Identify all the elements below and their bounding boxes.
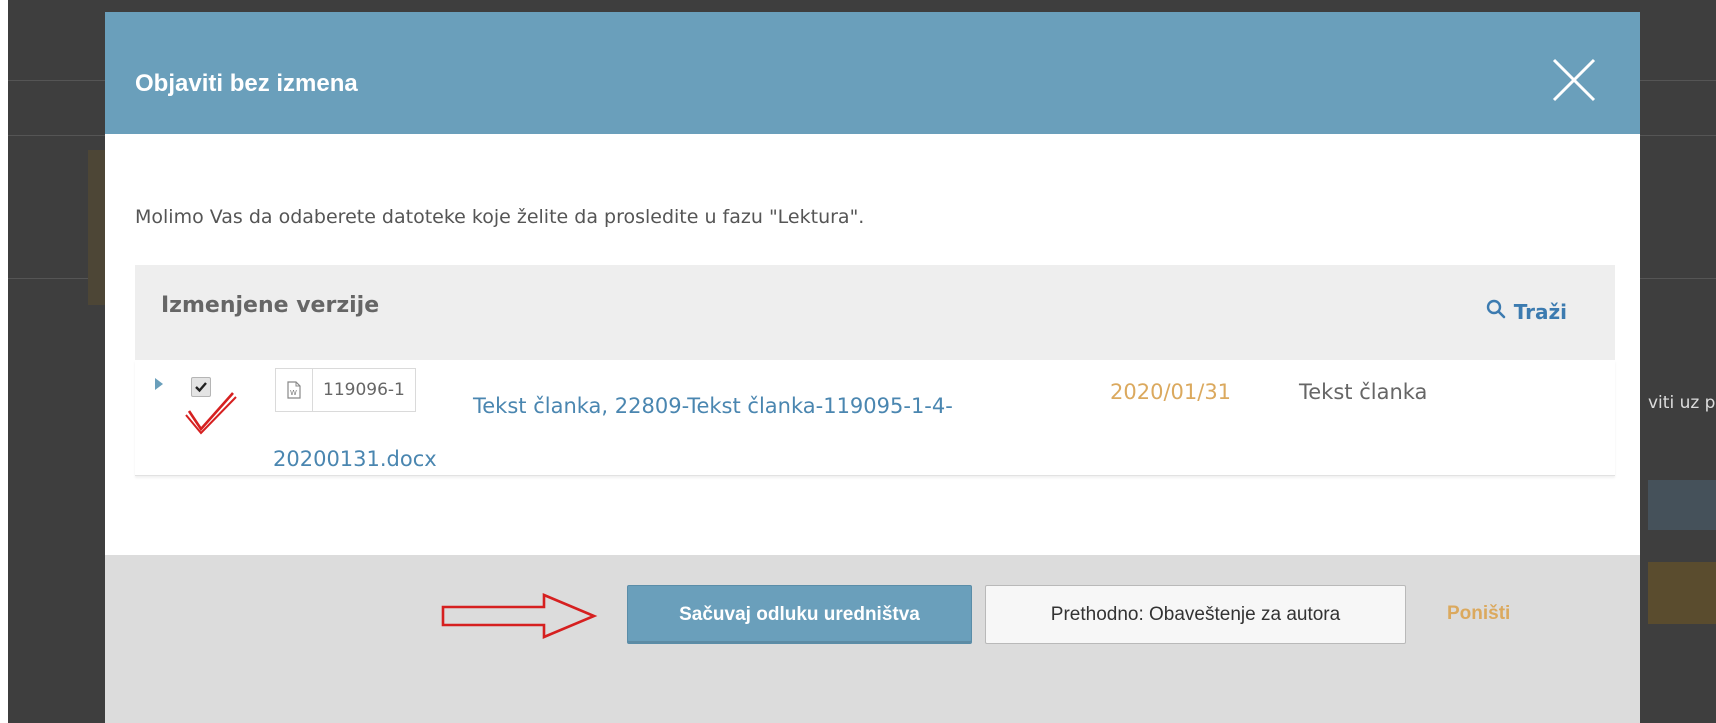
- revised-versions-grid: Izmenjene verzije Traži W 119096-1 Tekst…: [135, 265, 1615, 476]
- file-type: Tekst članka: [1299, 380, 1428, 404]
- background-button: [1648, 480, 1716, 530]
- search-button[interactable]: Traži: [1486, 299, 1567, 324]
- grid-header: Izmenjene verzije Traži: [135, 265, 1615, 360]
- dialog-footer: Sačuvaj odluku uredništva Prethodno: Oba…: [105, 555, 1640, 723]
- previous-author-notification-button[interactable]: Prethodno: Obaveštenje za autora: [985, 585, 1406, 644]
- cancel-link[interactable]: Poništi: [1447, 603, 1510, 625]
- table-row: W 119096-1 Tekst članka, 22809-Tekst čla…: [135, 360, 1615, 476]
- dialog-header: Objaviti bez izmena: [105, 12, 1640, 134]
- close-icon[interactable]: [1546, 52, 1602, 108]
- annotation-arrow-icon: [441, 593, 598, 639]
- file-name-link[interactable]: Tekst članka, 22809-Tekst članka-119095-…: [273, 380, 973, 486]
- background-text: viti uz p: [1648, 393, 1716, 413]
- grid-title: Izmenjene verzije: [161, 293, 380, 318]
- publish-dialog: Objaviti bez izmena Molimo Vas da odaber…: [105, 12, 1640, 723]
- expand-row-icon[interactable]: [155, 378, 163, 390]
- file-date: 2020/01/31: [1110, 380, 1232, 404]
- dialog-title: Objaviti bez izmena: [135, 70, 358, 97]
- annotation-checkmark-icon: [185, 392, 237, 435]
- search-icon: [1486, 299, 1506, 324]
- search-label: Traži: [1513, 299, 1567, 324]
- background-button: [1648, 562, 1716, 624]
- dialog-instructions: Molimo Vas da odaberete datoteke koje že…: [135, 206, 865, 228]
- save-decision-button[interactable]: Sačuvaj odluku uredništva: [627, 585, 972, 644]
